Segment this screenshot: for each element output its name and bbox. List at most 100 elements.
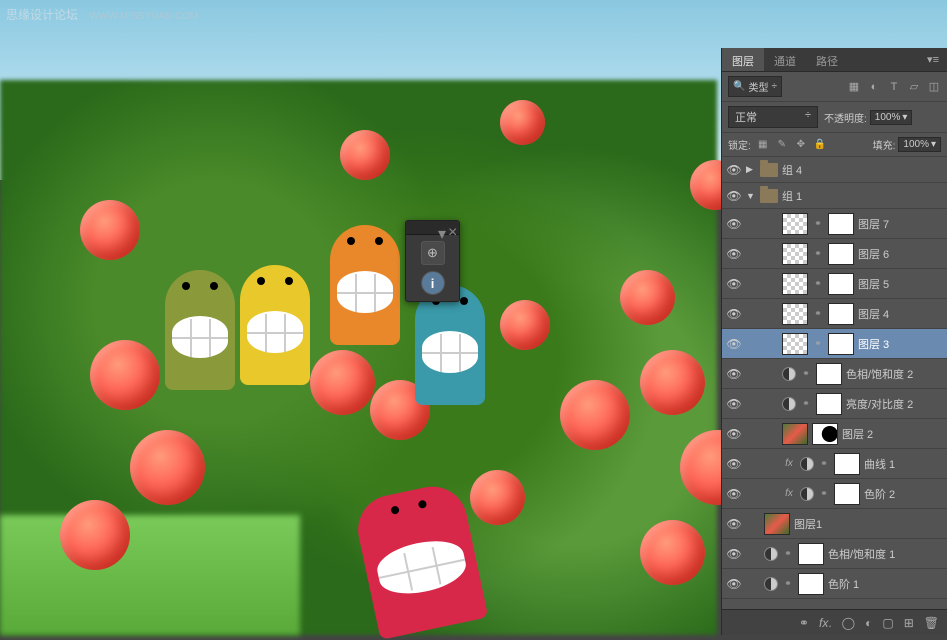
layer-name-label[interactable]: 图层 6 <box>858 246 943 262</box>
layer-name-label[interactable]: 亮度/对比度 2 <box>846 396 943 412</box>
twisty-icon[interactable]: ▶ <box>746 164 756 175</box>
filter-type-icon[interactable]: T <box>887 80 901 94</box>
tab-paths[interactable]: 路径 <box>806 48 848 71</box>
layer-name-label[interactable]: 色阶 1 <box>828 576 943 592</box>
layer-name-label[interactable]: 组 4 <box>782 162 943 178</box>
layer-mask-thumb[interactable] <box>828 273 854 295</box>
layer-name-label[interactable]: 图层 4 <box>858 306 943 322</box>
visibility-eye-icon[interactable]: 👁 <box>726 427 742 441</box>
panel-menu-icon[interactable]: ▾≡ <box>919 48 947 71</box>
link-icon[interactable]: ⚭ <box>812 338 824 349</box>
layer-thumb[interactable] <box>782 243 808 265</box>
clone-stamp-icon[interactable]: ⊕ <box>421 241 445 265</box>
layer-thumb[interactable] <box>782 213 808 235</box>
clone-panel-header[interactable]: ▾ × <box>406 221 459 235</box>
fill-input[interactable]: 100% ▾ <box>898 137 941 152</box>
clone-source-panel[interactable]: ▾ × ⊕ i <box>405 220 460 302</box>
filter-type-select[interactable]: 🔍 类型 ÷ <box>728 76 782 97</box>
link-layers-icon[interactable]: ⚭ <box>799 616 809 630</box>
layer-thumb[interactable] <box>764 513 790 535</box>
layer-row[interactable]: 👁 ⚭ 色相/饱和度 1 <box>722 539 947 569</box>
layer-mask-thumb[interactable] <box>834 453 860 475</box>
visibility-eye-icon[interactable]: 👁 <box>726 547 742 561</box>
layer-name-label[interactable]: 图层 3 <box>858 336 943 352</box>
layer-group-row[interactable]: 👁 ▼ 组 1 <box>722 183 947 209</box>
layer-mask-thumb[interactable] <box>828 243 854 265</box>
new-layer-icon[interactable]: ⊞ <box>904 616 914 630</box>
visibility-eye-icon[interactable]: 👁 <box>726 189 742 203</box>
filter-adjust-icon[interactable]: ◐ <box>867 80 881 94</box>
layer-thumb[interactable] <box>782 303 808 325</box>
link-icon[interactable]: ⚭ <box>818 458 830 469</box>
link-icon[interactable]: ⚭ <box>782 548 794 559</box>
tab-layers[interactable]: 图层 <box>722 48 764 71</box>
filter-smart-icon[interactable]: ◫ <box>927 80 941 94</box>
visibility-eye-icon[interactable]: 👁 <box>726 247 742 261</box>
link-icon[interactable]: ⚭ <box>818 488 830 499</box>
layer-name-label[interactable]: 图层 2 <box>842 426 943 442</box>
layer-name-label[interactable]: 图层 5 <box>858 276 943 292</box>
visibility-eye-icon[interactable]: 👁 <box>726 277 742 291</box>
visibility-eye-icon[interactable]: 👁 <box>726 307 742 321</box>
tab-channels[interactable]: 通道 <box>764 48 806 71</box>
visibility-eye-icon[interactable]: 👁 <box>726 577 742 591</box>
layer-row[interactable]: 👁 ⚭ 图层 5 <box>722 269 947 299</box>
layer-mask-icon[interactable]: ◯ <box>842 616 855 630</box>
layer-mask-thumb[interactable] <box>816 363 842 385</box>
layer-thumb[interactable] <box>782 273 808 295</box>
new-adjust-icon[interactable]: ◐ <box>865 616 872 630</box>
layer-list[interactable]: 👁▶组 4👁▼组 1👁⚭图层 7👁⚭图层 6👁⚭图层 5👁⚭图层 4👁⚭图层 3… <box>722 157 947 614</box>
link-icon[interactable]: ⚭ <box>812 218 824 229</box>
info-icon[interactable]: i <box>421 271 445 295</box>
layer-row[interactable]: 👁 ⚭ 色阶 1 <box>722 569 947 599</box>
close-icon[interactable]: × <box>448 224 456 232</box>
link-icon[interactable]: ⚭ <box>812 278 824 289</box>
visibility-eye-icon[interactable]: 👁 <box>726 487 742 501</box>
twisty-icon[interactable]: ▼ <box>746 191 756 201</box>
blend-mode-select[interactable]: 正常 ÷ <box>728 106 818 128</box>
layer-row[interactable]: 👁图层1 <box>722 509 947 539</box>
delete-layer-icon[interactable]: 🗑 <box>924 616 939 630</box>
layer-row[interactable]: 👁⚭图层 7 <box>722 209 947 239</box>
layer-row[interactable]: 👁 ⚭ 图层 4 <box>722 299 947 329</box>
link-icon[interactable]: ⚭ <box>812 248 824 259</box>
layer-name-label[interactable]: 色相/饱和度 1 <box>828 546 943 562</box>
layer-fx-icon[interactable]: fx. <box>819 616 832 630</box>
layer-name-label[interactable]: 曲线 1 <box>864 456 943 472</box>
layer-row[interactable]: 👁 ⚭ 色相/饱和度 2 <box>722 359 947 389</box>
layer-name-label[interactable]: 组 1 <box>782 188 943 204</box>
filter-pixel-icon[interactable]: ▦ <box>847 80 861 94</box>
layer-row[interactable]: 👁fx⚭曲线 1 <box>722 449 947 479</box>
layer-name-label[interactable]: 色相/饱和度 2 <box>846 366 943 382</box>
visibility-eye-icon[interactable]: 👁 <box>726 217 742 231</box>
lock-transparent-icon[interactable]: ▦ <box>756 139 770 150</box>
link-icon[interactable]: ⚭ <box>812 308 824 319</box>
layer-name-label[interactable]: 图层1 <box>794 516 943 532</box>
layer-row[interactable]: 👁 ⚭ 亮度/对比度 2 <box>722 389 947 419</box>
lock-position-icon[interactable]: ✥ <box>794 139 808 150</box>
layer-group-row[interactable]: 👁▶组 4 <box>722 157 947 183</box>
visibility-eye-icon[interactable]: 👁 <box>726 337 742 351</box>
layer-row[interactable]: 👁 ⚭ 图层 6 <box>722 239 947 269</box>
visibility-eye-icon[interactable]: 👁 <box>726 367 742 381</box>
layer-mask-thumb[interactable] <box>798 543 824 565</box>
lock-pixels-icon[interactable]: ✎ <box>775 139 789 150</box>
layer-mask-thumb[interactable] <box>828 303 854 325</box>
layer-mask-thumb[interactable] <box>828 213 854 235</box>
layer-mask-thumb[interactable] <box>812 423 838 445</box>
layer-name-label[interactable]: 色阶 2 <box>864 486 943 502</box>
layer-row[interactable]: 👁 ⚭ 图层 3 <box>722 329 947 359</box>
opacity-input[interactable]: 100% ▾ <box>870 110 913 125</box>
link-icon[interactable]: ⚭ <box>800 398 812 409</box>
layer-thumb[interactable] <box>782 333 808 355</box>
layer-mask-thumb[interactable] <box>816 393 842 415</box>
layer-row[interactable]: 👁fx⚭色阶 2 <box>722 479 947 509</box>
link-icon[interactable]: ⚭ <box>800 368 812 379</box>
link-icon[interactable]: ⚭ <box>782 578 794 589</box>
filter-shape-icon[interactable]: ▱ <box>907 80 921 94</box>
visibility-eye-icon[interactable]: 👁 <box>726 397 742 411</box>
layer-thumb[interactable] <box>782 423 808 445</box>
layer-mask-thumb[interactable] <box>834 483 860 505</box>
layer-row[interactable]: 👁 图层 2 <box>722 419 947 449</box>
layer-mask-thumb[interactable] <box>828 333 854 355</box>
